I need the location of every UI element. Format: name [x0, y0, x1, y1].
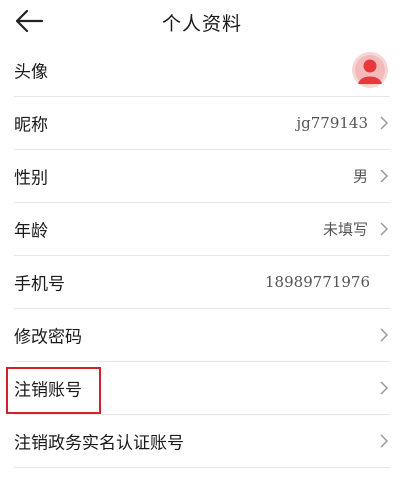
cancel-gov-account-row[interactable]: 注销政务实名认证账号: [14, 415, 390, 468]
nickname-label: 昵称: [14, 115, 48, 136]
user-avatar-icon[interactable]: [352, 52, 388, 88]
cancel-account-row[interactable]: 注销账号: [14, 362, 390, 415]
chevron-right-icon: [380, 116, 389, 130]
age-value: 未填写: [322, 220, 368, 239]
chevron-right-icon: [380, 381, 389, 395]
nickname-value: jg779143: [296, 114, 368, 132]
chevron-right-icon: [380, 169, 389, 183]
phone-row: 手机号 18989771976: [14, 256, 390, 309]
age-label: 年龄: [14, 221, 48, 242]
phone-value: 18989771976: [265, 273, 370, 291]
cancel-account-label: 注销账号: [14, 380, 82, 401]
chevron-right-icon: [380, 222, 389, 236]
change-password-row[interactable]: 修改密码: [14, 309, 390, 362]
avatar-row[interactable]: 头像: [14, 44, 390, 97]
phone-label: 手机号: [14, 274, 65, 295]
page-title: 个人资料: [161, 13, 242, 35]
gender-row[interactable]: 性别 男: [14, 150, 390, 203]
gender-value: 男: [352, 167, 368, 186]
profile-screen: 个人资料 头像 昵称 jg779143 性别 男 年龄 未填写 手机号 1898…: [0, 0, 404, 500]
cancel-gov-account-label: 注销政务实名认证账号: [14, 433, 184, 454]
top-bar: 个人资料: [0, 0, 404, 42]
change-password-label: 修改密码: [14, 327, 82, 348]
nickname-row[interactable]: 昵称 jg779143: [14, 97, 390, 150]
age-row[interactable]: 年龄 未填写: [14, 203, 390, 256]
chevron-right-icon: [380, 328, 389, 342]
avatar-label: 头像: [14, 62, 48, 83]
chevron-right-icon: [380, 434, 389, 448]
gender-label: 性别: [14, 168, 48, 189]
